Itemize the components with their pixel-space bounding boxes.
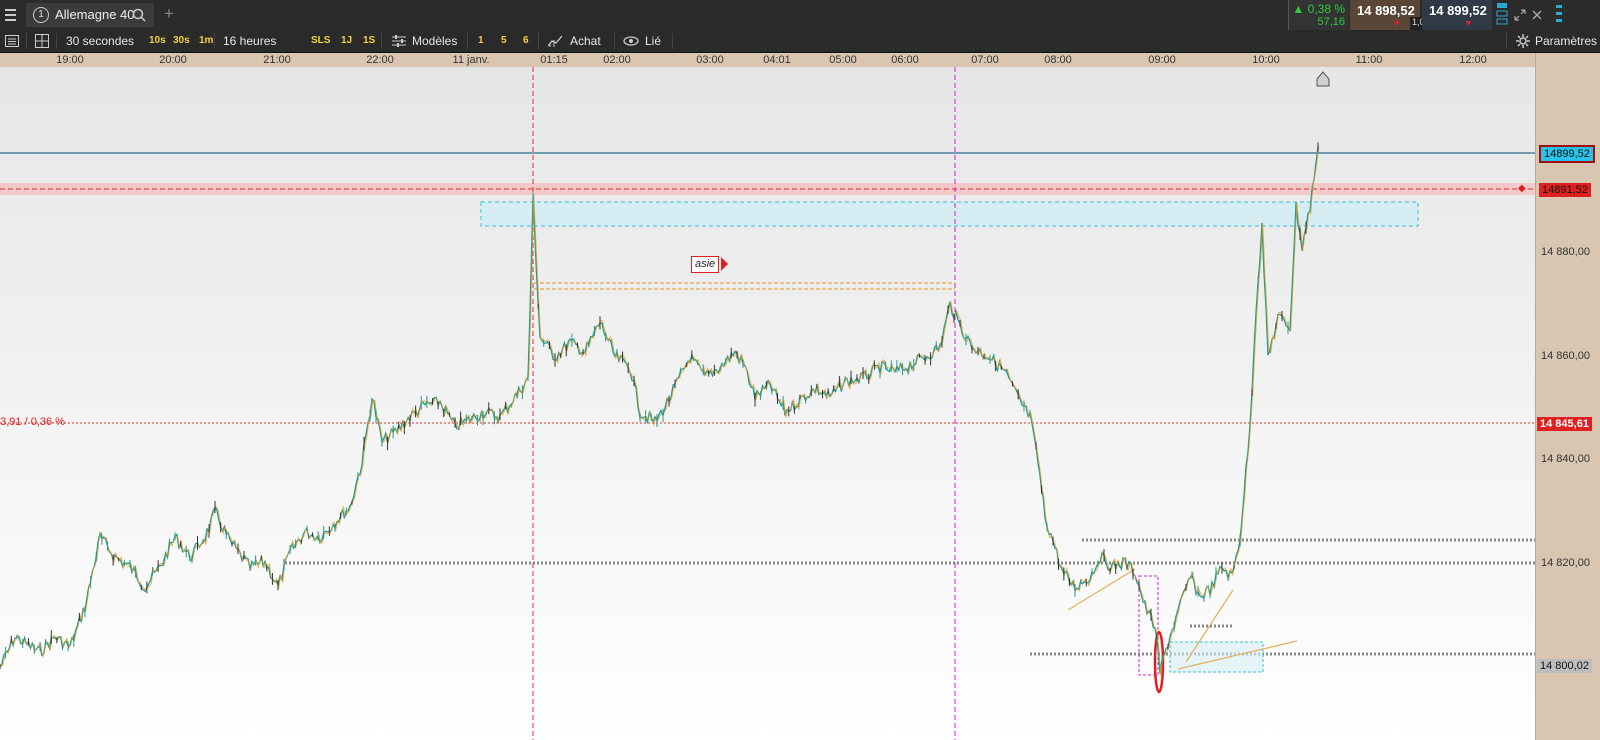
time-label: 01:15 (540, 54, 568, 66)
list-icon[interactable] (5, 35, 19, 47)
alert-handle-icon[interactable]: ◆ (1518, 184, 1526, 194)
change-box: ▲ 0,38 % 57,16 (1288, 0, 1349, 30)
time-label: 11 janv. (452, 54, 490, 66)
alert-price-value: 14891,52 (1542, 184, 1588, 196)
buy-price-box[interactable]: 14 899,52 ▼ (1422, 0, 1492, 30)
time-label: 02:00 (603, 54, 631, 66)
time-label: 11:00 (1355, 54, 1383, 66)
new-tab-button[interactable]: + (164, 4, 174, 24)
price-chart[interactable]: asie 53,91 / 0,36 % (0, 67, 1535, 740)
prev-close-change-label: 53,91 / 0,36 % (0, 416, 65, 428)
interval-1m[interactable]: 1m (199, 30, 213, 52)
duration-1s[interactable]: 1S (363, 30, 375, 52)
interval-10s[interactable]: 10s (149, 30, 166, 52)
level-price-tag: 14 800,02 (1537, 659, 1592, 673)
home-marker-icon[interactable] (1316, 71, 1330, 87)
time-label: 04:01 (763, 54, 791, 66)
settings-button[interactable]: Paramètres (1535, 30, 1597, 52)
alert-price-tag[interactable]: 14891,52 (1539, 183, 1591, 197)
instrument-name: Allemagne 40 (55, 7, 135, 22)
tab-number-badge: 1 (33, 7, 49, 23)
asie-label: asie (695, 258, 716, 270)
grid-icon[interactable] (35, 34, 49, 48)
eye-icon[interactable] (623, 36, 639, 46)
price-tick: 14 880,00 (1541, 246, 1590, 258)
close-icon[interactable] (1532, 10, 1542, 20)
top-bar: 1 Allemagne 40 + ▲ 0,38 % 57,16 14 898,5… (0, 0, 1600, 31)
prev-close-tag: 14 845,61 (1537, 417, 1592, 431)
window-controls (1494, 0, 1600, 30)
time-label: 21:00 (263, 54, 291, 66)
duration-select[interactable]: 16 heures (223, 30, 276, 52)
layout-icon[interactable] (1496, 2, 1508, 26)
instrument-tab[interactable]: 1 Allemagne 40 (26, 3, 154, 27)
model-slot-5[interactable]: 5 (501, 30, 507, 52)
asie-label-tag[interactable]: asie (691, 256, 720, 273)
level-price-value: 14 800,02 (1540, 660, 1589, 672)
time-label: 06:00 (891, 54, 919, 66)
price-tick: 14 840,00 (1541, 453, 1590, 465)
models-icon[interactable] (392, 35, 406, 47)
price-tick: 14 860,00 (1541, 350, 1590, 362)
change-points: 57,16 (1317, 16, 1345, 28)
main-menu-icon[interactable] (5, 9, 16, 21)
expand-icon[interactable] (1514, 9, 1526, 21)
time-label: 03:00 (696, 54, 724, 66)
ask-down-arrow-icon: ▼ (1464, 18, 1473, 28)
buy-button[interactable]: Achat (570, 30, 601, 52)
chart-canvas[interactable] (0, 67, 1535, 740)
current-price-tag: 14899,52 (1539, 145, 1595, 163)
models-button[interactable]: Modèles (412, 30, 457, 52)
bid-price: 14 898,52 (1357, 3, 1415, 18)
duration-sls[interactable]: SLS (311, 30, 330, 52)
time-label: 10:00 (1252, 54, 1280, 66)
settings-gear-icon[interactable] (1516, 34, 1530, 48)
model-slot-6[interactable]: 6 (523, 30, 529, 52)
change-pct-value: 0,38 % (1307, 2, 1345, 16)
resistance-zone[interactable] (480, 201, 1419, 227)
current-price-value: 14899,52 (1544, 148, 1590, 160)
time-label: 22:00 (366, 54, 394, 66)
time-axis: 19:00 20:00 21:00 22:00 11 janv. 01:15 0… (0, 53, 1535, 67)
time-label: 12:00 (1459, 54, 1487, 66)
buy-chart-icon[interactable] (548, 35, 564, 47)
price-tick: 14 820,00 (1541, 557, 1590, 569)
duration-1j[interactable]: 1J (341, 30, 352, 52)
linked-button[interactable]: Lié (645, 30, 661, 52)
time-label: 20:00 (159, 54, 187, 66)
prev-close-value: 14 845,61 (1540, 418, 1589, 430)
asie-label-arrow-icon (721, 257, 728, 271)
change-pct: ▲ 0,38 % (1292, 2, 1345, 16)
time-label: 19:00 (56, 54, 84, 66)
more-icon[interactable] (1554, 3, 1564, 27)
time-label: 07:00 (971, 54, 999, 66)
time-label: 09:00 (1148, 54, 1176, 66)
time-label: 05:00 (829, 54, 857, 66)
time-label: 08:00 (1044, 54, 1072, 66)
bid-down-arrow-icon: ▼ (1392, 18, 1401, 28)
ask-price: 14 899,52 (1429, 3, 1487, 18)
interval-select[interactable]: 30 secondes (66, 30, 134, 52)
interval-30s[interactable]: 30s (173, 30, 190, 52)
model-slot-1[interactable]: 1 (478, 30, 484, 52)
chart-toolbar: 30 secondes 10s 30s 1m 16 heures SLS 1J … (0, 30, 1600, 53)
search-icon[interactable] (132, 8, 146, 22)
